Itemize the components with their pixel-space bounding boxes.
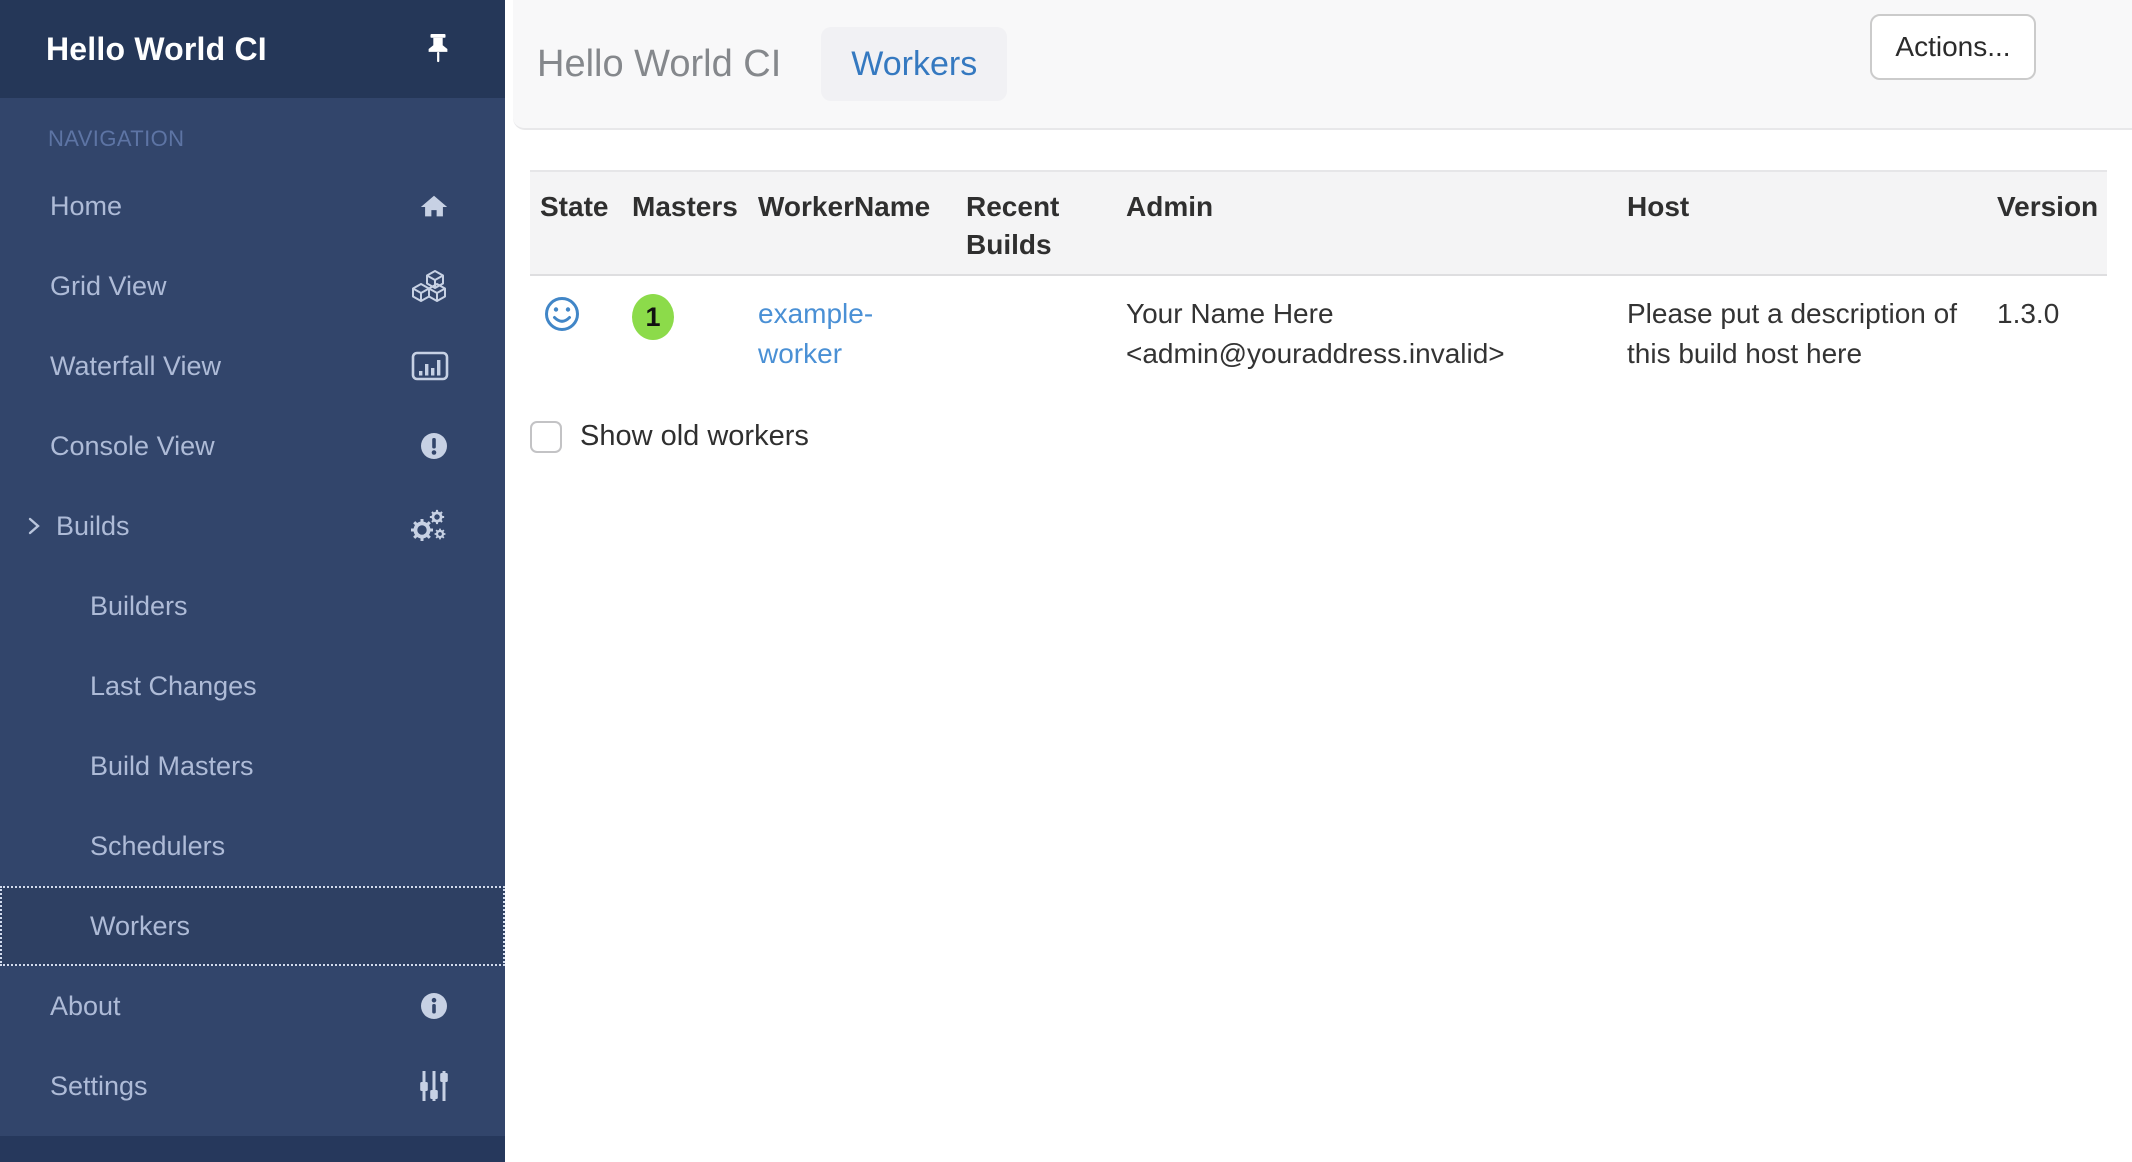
- workers-table: State Masters WorkerName Recent Builds A…: [530, 170, 2107, 404]
- table-header-row: State Masters WorkerName Recent Builds A…: [530, 171, 2107, 275]
- cell-host: Please put a description of this build h…: [1617, 275, 1987, 404]
- masters-badge[interactable]: 1: [632, 294, 674, 340]
- col-admin: Admin: [1116, 171, 1617, 275]
- sidebar-item-about[interactable]: About: [0, 966, 505, 1046]
- worker-link[interactable]: example-worker: [758, 298, 873, 369]
- sidebar-item-home[interactable]: Home: [0, 166, 505, 246]
- chevron-right-icon: [26, 514, 42, 538]
- col-version: Version: [1987, 171, 2107, 275]
- cell-state: [530, 275, 622, 404]
- sidebar-item-builds[interactable]: Builds: [0, 486, 505, 566]
- sidebar-item-builders[interactable]: Builders: [0, 566, 505, 646]
- sidebar-item-build-masters[interactable]: Build Masters: [0, 726, 505, 806]
- smiley-icon: [542, 294, 582, 345]
- col-workername: WorkerName: [748, 171, 956, 275]
- info-circle-icon: [405, 991, 449, 1021]
- col-host: Host: [1617, 171, 1987, 275]
- nav-section-label: NAVIGATION: [48, 126, 505, 152]
- pin-icon[interactable]: [423, 32, 453, 66]
- sidebar-item-schedulers[interactable]: Schedulers: [0, 806, 505, 886]
- cell-recent-builds: [956, 275, 1116, 404]
- cell-version: 1.3.0: [1987, 275, 2107, 404]
- sidebar-nav: Home Grid View Waterfall View: [0, 166, 505, 1126]
- sidebar-header: Hello World CI: [0, 0, 505, 98]
- sliders-icon: [405, 1069, 449, 1103]
- sidebar-item-console-view[interactable]: Console View: [0, 406, 505, 486]
- app-title: Hello World CI: [46, 31, 267, 68]
- sidebar-item-workers[interactable]: Workers: [0, 886, 505, 966]
- sidebar-item-grid-view[interactable]: Grid View: [0, 246, 505, 326]
- sidebar: Hello World CI NAVIGATION Home Grid View: [0, 0, 505, 1162]
- bar-chart-icon: [405, 350, 449, 382]
- show-old-workers-control: Show old workers: [530, 420, 809, 453]
- actions-button[interactable]: Actions...: [1870, 14, 2036, 80]
- cell-workername: example-worker: [748, 275, 956, 404]
- main-content: Hello World CI Workers Actions... State …: [505, 0, 2132, 1162]
- col-state: State: [530, 171, 622, 275]
- tab-workers[interactable]: Workers: [821, 27, 1007, 101]
- home-icon: [405, 192, 449, 220]
- sidebar-item-settings[interactable]: Settings: [0, 1046, 505, 1126]
- show-old-workers-label[interactable]: Show old workers: [580, 420, 809, 453]
- show-old-workers-checkbox[interactable]: [530, 421, 562, 453]
- col-masters: Masters: [622, 171, 748, 275]
- sidebar-footer: [0, 1136, 505, 1162]
- exclamation-circle-icon: [405, 431, 449, 461]
- cell-admin: Your Name Here <admin@youraddress.invali…: [1116, 275, 1617, 404]
- cogs-icon: [405, 508, 449, 544]
- col-recent-builds: Recent Builds: [956, 171, 1116, 275]
- cell-masters: 1: [622, 275, 748, 404]
- sidebar-item-last-changes[interactable]: Last Changes: [0, 646, 505, 726]
- table-row: 1 example-worker Your Name Here <admin@y…: [530, 275, 2107, 404]
- page-title: Hello World CI: [537, 43, 781, 86]
- cubes-icon: [405, 269, 449, 303]
- sidebar-item-waterfall-view[interactable]: Waterfall View: [0, 326, 505, 406]
